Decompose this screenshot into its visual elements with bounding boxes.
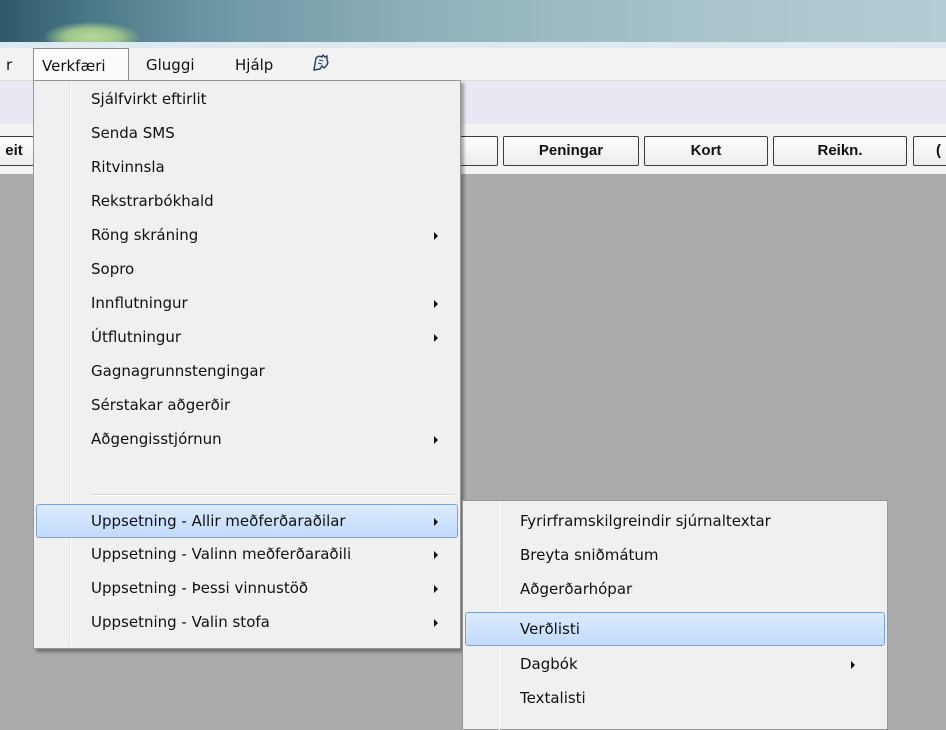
submenu-arrow-icon	[434, 300, 438, 308]
submenu-arrow-icon	[851, 661, 855, 669]
menu-item-sopro[interactable]: Sopro	[36, 253, 458, 287]
menu-item-label: Breyta sniðmátum	[520, 546, 659, 564]
menu-verkfaeri[interactable]: Verkfæri	[33, 48, 129, 81]
submenu-arrow-icon	[434, 436, 438, 444]
menu-item-label: Innflutningur	[91, 294, 188, 312]
window-title-bar	[0, 0, 946, 52]
help-cursor-icon[interactable]	[310, 53, 332, 75]
menu-item-sjalfvirkt-eftirlit[interactable]: Sjálfvirkt eftirlit	[36, 83, 458, 117]
menu-item-label: Aðgerðarhópar	[520, 580, 633, 598]
menu-item-label: Röng skráning	[91, 226, 199, 244]
menu-item-innflutningur[interactable]: Innflutningur	[36, 287, 458, 321]
menu-item-uppsetning-valinn[interactable]: Uppsetning - Valinn meðferðaraðili	[36, 538, 458, 572]
menu-item-label: Uppsetning - Valinn meðferðaraðili	[91, 545, 352, 563]
menu-item-label: Gagnagrunnstengingar	[91, 362, 265, 380]
submenu-item-breyta-snidmatum[interactable]: Breyta sniðmátum	[465, 539, 885, 573]
submenu-arrow-icon	[434, 619, 438, 627]
menu-gluggi[interactable]: Gluggi	[138, 48, 203, 80]
submenu-item-adgerdarhopar[interactable]: Aðgerðarhópar	[465, 573, 885, 607]
menu-item-label: Aðgengisstjórnun	[91, 430, 222, 448]
menu-item-rong-skraning[interactable]: Röng skráning	[36, 219, 458, 253]
kort-button[interactable]: Kort	[644, 136, 768, 166]
menu-item-label: Verðlisti	[520, 620, 580, 638]
submenu-item-textalisti[interactable]: Textalisti	[465, 682, 885, 716]
menu-item-adgengisstjornun[interactable]: Aðgengisstjórnun	[36, 423, 458, 457]
menu-item-label: Dagbók	[520, 655, 578, 673]
menu-item-label: Sjálfvirkt eftirlit	[91, 90, 207, 108]
menu-item-senda-sms[interactable]: Senda SMS	[36, 117, 458, 151]
menu-item-label: Textalisti	[520, 689, 586, 707]
menu-item-partial[interactable]: r	[0, 48, 20, 80]
toolbar-button-partial[interactable]: eit	[0, 136, 34, 166]
submenu-arrow-icon	[434, 551, 438, 559]
uppsetning-allir-submenu: Fyrirframskilgreindir sjúrnaltextar Brey…	[462, 500, 888, 730]
menu-item-label: Uppsetning - Allir meðferðaraðilar	[91, 512, 346, 530]
menu-item-rekstrarbokhald[interactable]: Rekstrarbókhald	[36, 185, 458, 219]
submenu-arrow-icon	[434, 232, 438, 240]
submenu-item-verdlisti[interactable]: Verðlisti	[465, 612, 885, 646]
menu-item-ritvinnsla[interactable]: Ritvinnsla	[36, 151, 458, 185]
menu-item-label: Uppsetning - Valin stofa	[91, 613, 270, 631]
menu-item-label: Sérstakar aðgerðir	[91, 396, 231, 414]
submenu-arrow-icon	[434, 334, 438, 342]
menu-item-label: Ritvinnsla	[91, 158, 165, 176]
menu-hjalp[interactable]: Hjálp	[227, 48, 281, 80]
toolbar-button-partial-right[interactable]: (	[913, 136, 946, 166]
menu-item-gagnagrunnstengingar[interactable]: Gagnagrunnstengingar	[36, 355, 458, 389]
submenu-arrow-icon	[434, 585, 438, 593]
menu-item-label: Fyrirframskilgreindir sjúrnaltextar	[520, 512, 771, 530]
menu-item-label: Útflutningur	[91, 328, 182, 346]
menu-item-uppsetning-allir[interactable]: Uppsetning - Allir meðferðaraðilar	[36, 504, 458, 538]
submenu-arrow-icon	[434, 518, 438, 526]
menu-item-uppsetning-stofa[interactable]: Uppsetning - Valin stofa	[36, 606, 458, 640]
menu-item-label: Sopro	[91, 260, 135, 278]
menu-bar: r Verkfæri Gluggi Hjálp	[0, 48, 946, 81]
peningar-button[interactable]: Peningar	[503, 136, 639, 166]
menu-separator	[92, 494, 454, 496]
menu-item-label: Senda SMS	[91, 124, 175, 142]
menu-item-serstakar-adgerdir[interactable]: Sérstakar aðgerðir	[36, 389, 458, 423]
menu-item-label: Uppsetning - Þessi vinnustöð	[91, 579, 309, 597]
submenu-item-sjurnaltextar[interactable]: Fyrirframskilgreindir sjúrnaltextar	[465, 505, 885, 539]
menu-item-utflutningur[interactable]: Útflutningur	[36, 321, 458, 355]
toolbar-button-hidden[interactable]	[458, 136, 498, 166]
submenu-item-dagbok[interactable]: Dagbók	[465, 648, 885, 682]
menu-item-label: Rekstrarbókhald	[91, 192, 214, 210]
reikn-button[interactable]: Reikn.	[773, 136, 907, 166]
menu-item-uppsetning-vinnustod[interactable]: Uppsetning - Þessi vinnustöð	[36, 572, 458, 606]
verkfaeri-dropdown-menu: Sjálfvirkt eftirlit Senda SMS Ritvinnsla…	[33, 80, 461, 649]
